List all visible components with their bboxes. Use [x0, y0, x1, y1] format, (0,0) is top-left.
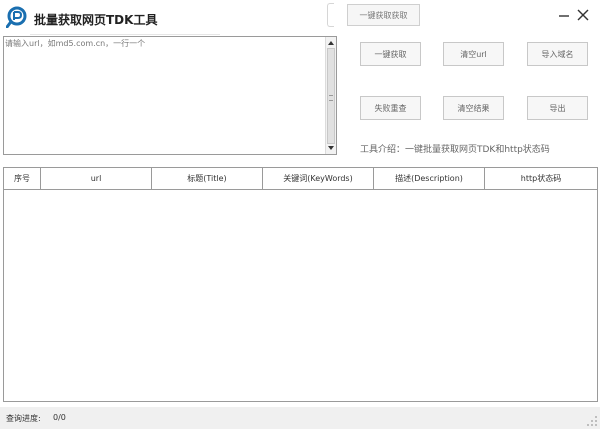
scroll-up-icon[interactable] — [327, 38, 335, 47]
column-header-title[interactable]: 标题(Title) — [152, 168, 263, 189]
column-header-keywords[interactable]: 关键词(KeyWords) — [263, 168, 374, 189]
column-header-http-status[interactable]: http状态码 — [485, 168, 597, 189]
retry-failed-button[interactable]: 失败重查 — [360, 96, 421, 120]
tool-intro-text: 工具介绍：一键批量获取网页TDK和http状态码 — [360, 145, 550, 155]
progress-value: 0/0 — [53, 413, 66, 422]
title-divider — [30, 34, 220, 35]
column-header-url[interactable]: url — [41, 168, 152, 189]
progress-label: 查询进度: — [6, 414, 41, 423]
ghost-frame — [327, 3, 334, 27]
close-icon[interactable] — [576, 8, 590, 22]
url-input-placeholder: 请输入url，如md5.com.cn，一行一个 — [5, 39, 146, 48]
app-title: 批量获取网页TDK工具 — [34, 13, 158, 27]
column-header-index[interactable]: 序号 — [4, 168, 41, 189]
url-input-scrollbar[interactable] — [325, 37, 336, 154]
resize-grip-icon[interactable] — [586, 415, 598, 427]
app-window: 批量获取网页TDK工具 一键获取获取 请输入url，如md5.com.cn，一行… — [0, 0, 600, 429]
export-button[interactable]: 导出 — [527, 96, 588, 120]
clear-results-button[interactable]: 清空结果 — [443, 96, 504, 120]
scroll-grip-icon — [329, 95, 333, 101]
top-fetch-button[interactable]: 一键获取获取 — [347, 4, 420, 26]
status-bar: 查询进度: 0/0 — [0, 407, 600, 429]
column-header-description[interactable]: 描述(Description) — [374, 168, 485, 189]
scroll-down-icon[interactable] — [327, 144, 335, 153]
table-header: 序号 url 标题(Title) 关键词(KeyWords) 描述(Descri… — [4, 168, 597, 190]
scroll-thumb[interactable] — [327, 48, 335, 144]
url-input[interactable]: 请输入url，如md5.com.cn，一行一个 — [3, 36, 337, 155]
results-table[interactable]: 序号 url 标题(Title) 关键词(KeyWords) 描述(Descri… — [3, 167, 598, 402]
fetch-button[interactable]: 一键获取 — [360, 42, 421, 66]
minimize-icon[interactable] — [557, 8, 571, 22]
app-logo-icon — [6, 6, 27, 28]
clear-url-button[interactable]: 清空url — [443, 42, 504, 66]
import-domain-button[interactable]: 导入域名 — [527, 42, 588, 66]
